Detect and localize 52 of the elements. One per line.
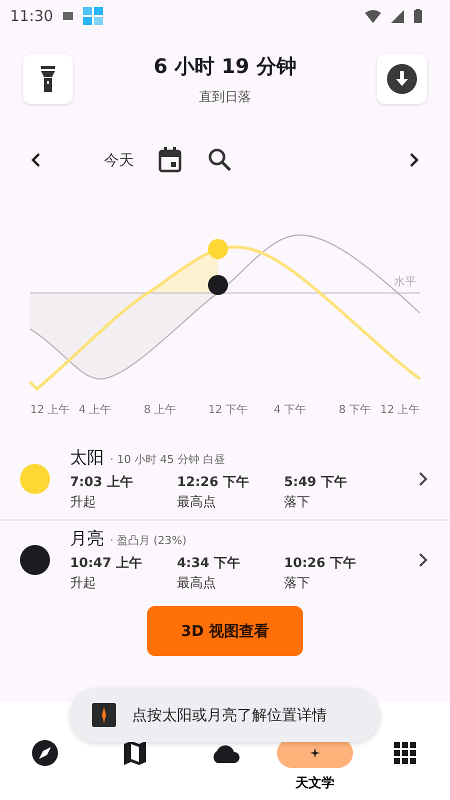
signal-icon <box>391 10 404 22</box>
time-axis-label: 12 上午 <box>380 402 420 417</box>
event-label: 升起 <box>70 575 97 592</box>
event-time: 10:47 上午 <box>70 555 143 572</box>
time-axis-label: 4 上午 <box>78 402 112 417</box>
chevron-right-icon <box>418 470 428 486</box>
toast-text: 点按太阳或月亮了解位置详情 <box>132 706 327 724</box>
compass-icon <box>32 740 58 766</box>
notification-icon <box>63 12 74 20</box>
celestial-body-row[interactable]: 月亮 · 盈凸月 (23%) 10:47 上午 升起 4:34 下午 最高点 10:26 下午 落下 <box>0 519 450 600</box>
event-label: 升起 <box>70 494 97 511</box>
time-axis-label: 8 下午 <box>338 402 372 417</box>
time-until-subtitle: 直到日落 <box>198 88 251 106</box>
app-icon <box>83 7 104 25</box>
sparkle-icon <box>310 748 320 758</box>
horizon-label: 水平 <box>394 274 416 289</box>
search-button[interactable] <box>206 146 234 174</box>
event-time: 12:26 下午 <box>177 474 250 491</box>
event-time: 7:03 上午 <box>70 474 134 491</box>
event-label: 最高点 <box>177 494 217 511</box>
flashlight-icon <box>41 66 55 92</box>
time-axis-label: 12 下午 <box>208 402 248 417</box>
body-detail: · 10 小时 45 分钟 白昼 <box>110 452 225 467</box>
map-icon <box>124 741 146 765</box>
event-label: 落下 <box>284 494 311 511</box>
body-name: 月亮 <box>70 528 104 550</box>
battery-icon <box>414 9 422 23</box>
event-time: 4:34 下午 <box>177 555 241 572</box>
status-time: 11:30 <box>10 7 54 25</box>
time-axis-label: 4 下午 <box>274 402 306 417</box>
celestial-body-row[interactable]: 太阳 · 10 小时 45 分钟 白昼 7:03 上午 升起 12:26 下午 最高点 5:49 下午 落下 <box>0 440 450 519</box>
sun-position-marker[interactable] <box>208 239 228 259</box>
moon-position-marker[interactable] <box>208 275 228 295</box>
date-label[interactable]: 今天 <box>104 150 134 170</box>
wifi-icon <box>365 10 381 22</box>
event-time: 5:49 下午 <box>284 474 348 491</box>
chevron-right-icon <box>418 552 428 568</box>
body-name: 太阳 <box>70 447 104 469</box>
calendar-button[interactable] <box>156 145 184 175</box>
event-time: 10:26 下午 <box>284 555 357 572</box>
time-axis-label: 12 上午 <box>30 402 70 417</box>
event-label: 最高点 <box>177 575 217 592</box>
body-detail: · 盈凸月 (23%) <box>110 533 187 548</box>
download-icon <box>386 64 417 94</box>
time-until-title: 6 小时 19 分钟 <box>154 52 296 80</box>
view-3d-button[interactable]: 3D 视图查看 <box>147 606 303 656</box>
download-button[interactable] <box>376 54 427 104</box>
time-axis-label: 8 上午 <box>144 402 176 417</box>
event-label: 落下 <box>284 575 311 592</box>
apps-grid-icon <box>394 742 416 764</box>
flashlight-button[interactable] <box>23 54 73 104</box>
app-logo-icon <box>92 703 116 727</box>
